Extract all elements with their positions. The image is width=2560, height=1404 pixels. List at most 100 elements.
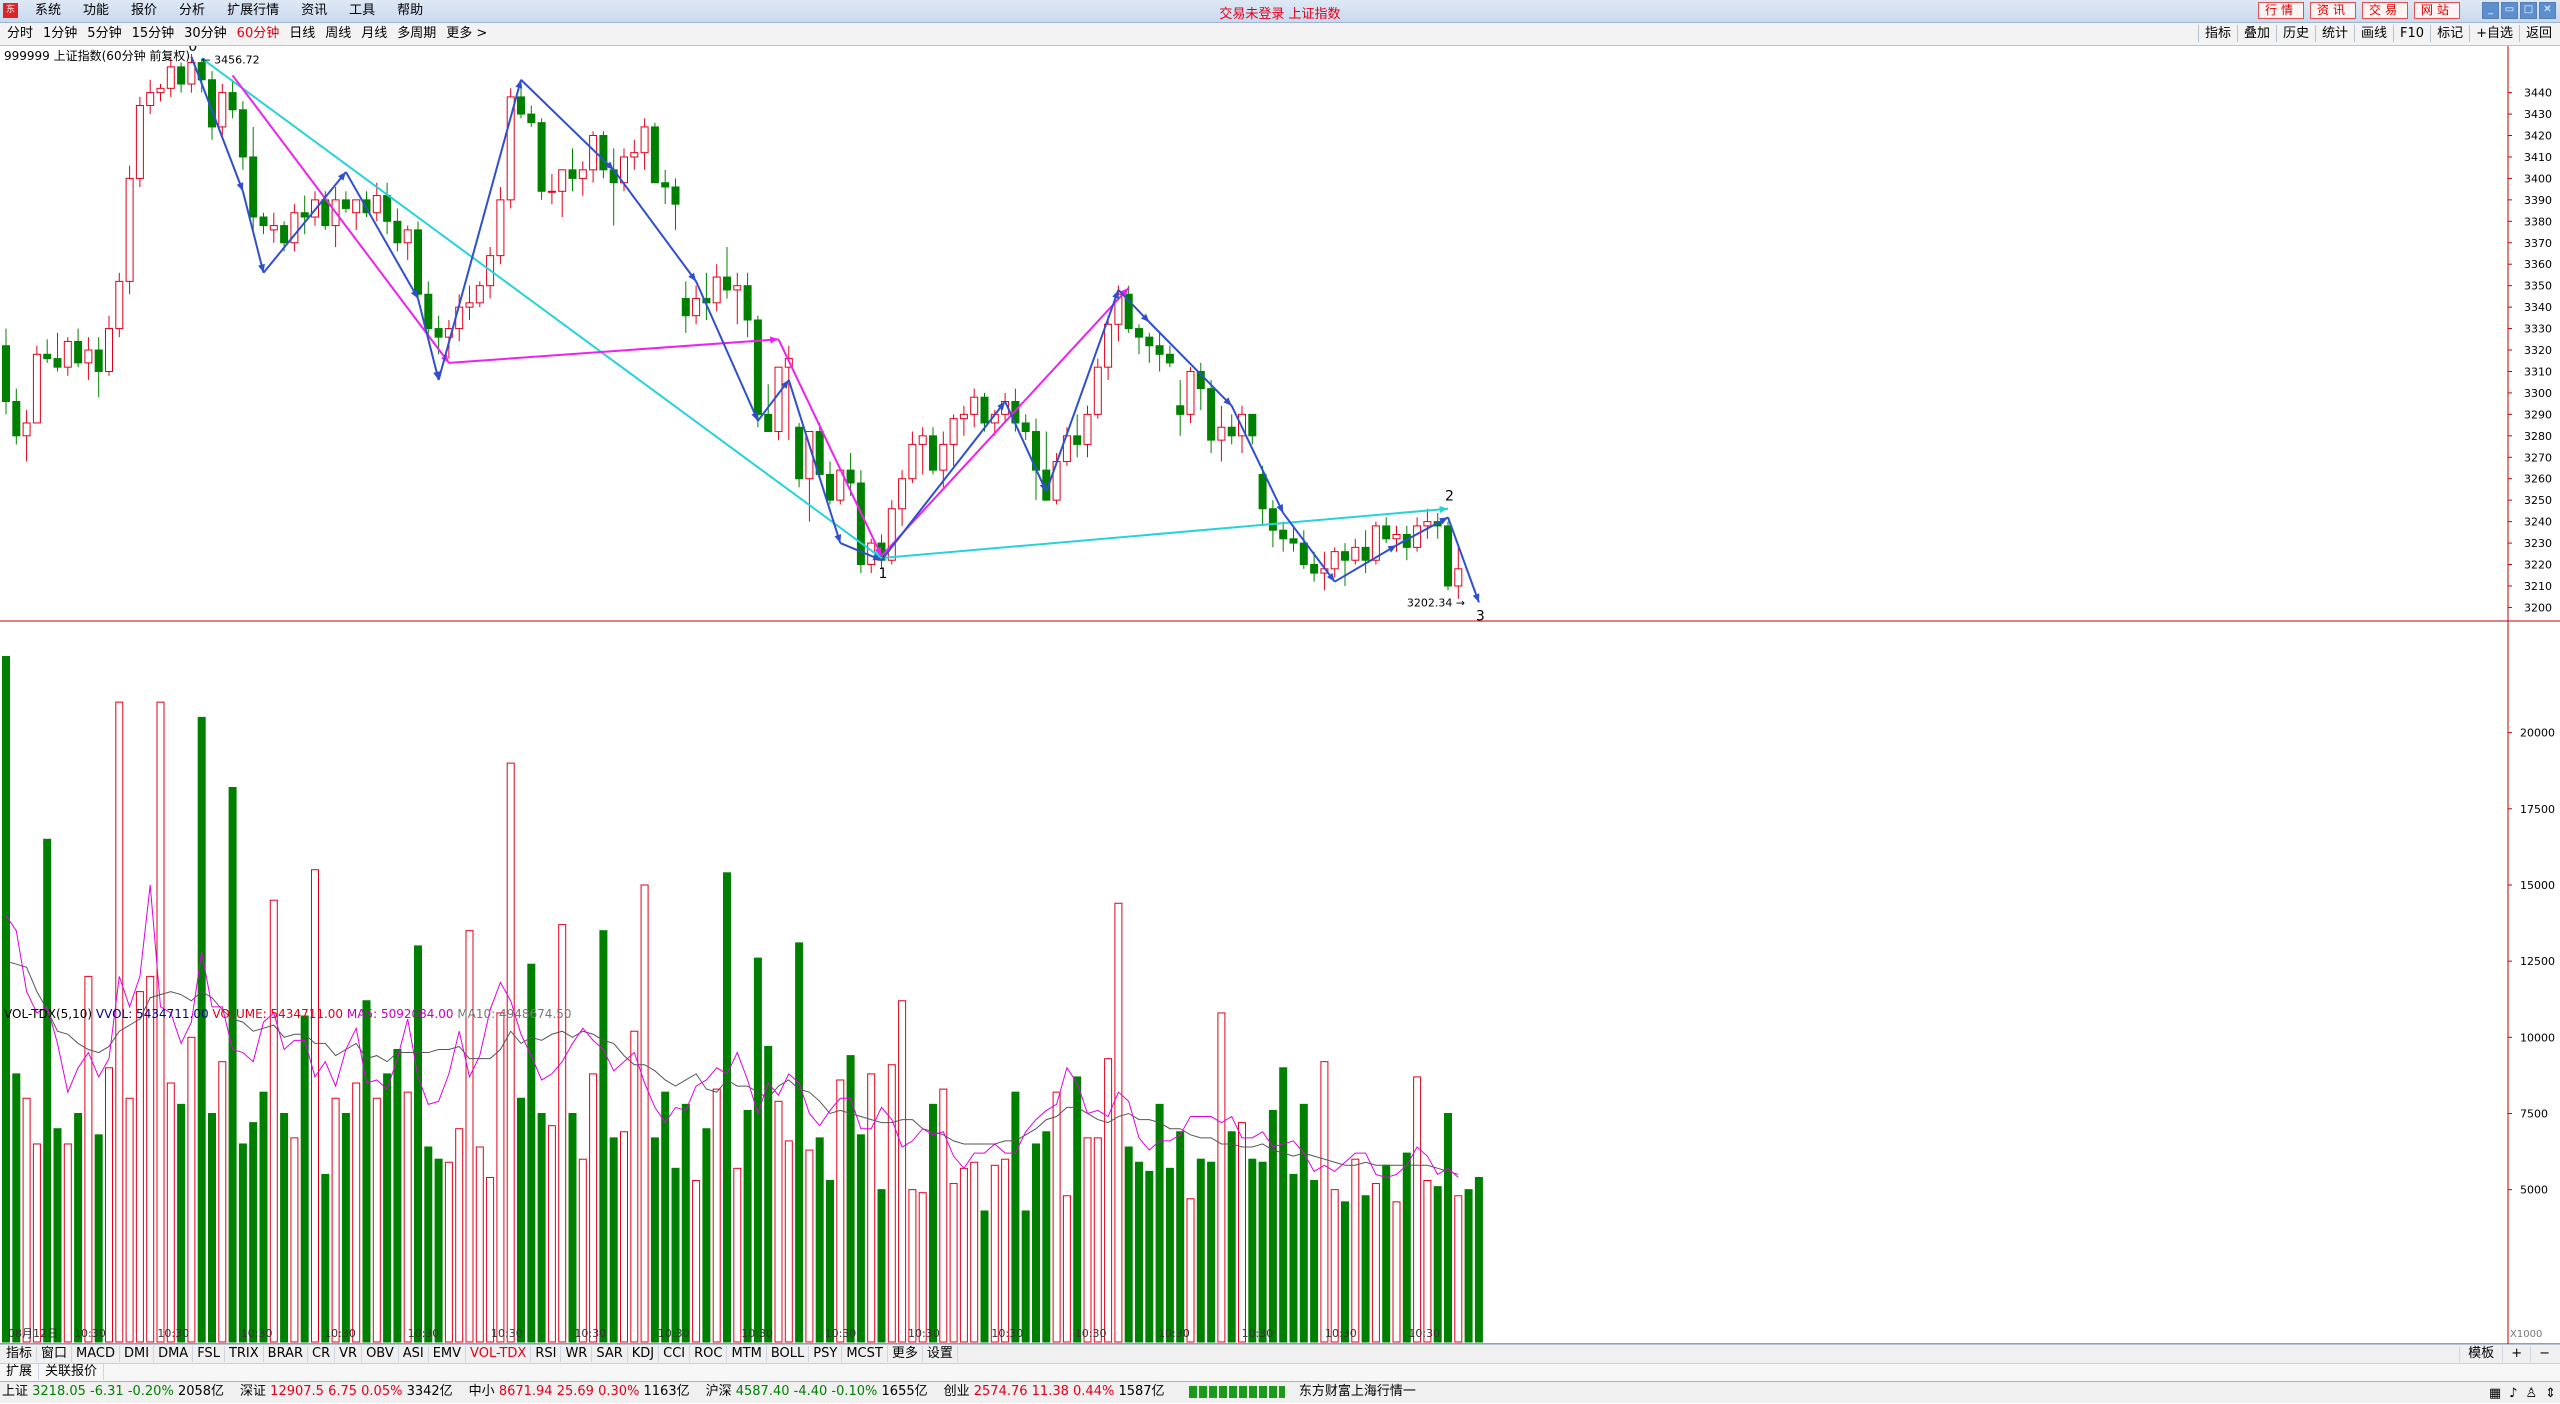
sub-tab-0[interactable]: 扩展 [0, 1364, 40, 1380]
candle-body [774, 366, 783, 433]
minimize-icon[interactable]: _ [2482, 2, 2499, 19]
period-tab-1[interactable]: 1分钟 [38, 26, 82, 42]
news-ticker[interactable]: 东方财富上海行情一 [1299, 1382, 1416, 1402]
index-quote-2[interactable]: 中小 8671.94 25.69 0.30% 1163亿 [469, 1382, 690, 1402]
price-tick-label: 3200 [2524, 601, 2552, 614]
index-quote-1[interactable]: 深证 12907.5 6.75 0.05% 3342亿 [240, 1382, 453, 1402]
top-tab-2[interactable]: 交易 [2361, 2, 2408, 19]
indicator-tab-25[interactable]: 设置 [923, 1346, 958, 1362]
period-tab-4[interactable]: 30分钟 [179, 26, 232, 42]
indicator-tab-6[interactable]: TRIX [225, 1346, 264, 1362]
tool-button-4[interactable]: 画线 [2354, 25, 2393, 42]
person-icon[interactable]: ♙ [2525, 1384, 2537, 1404]
maximize-icon[interactable]: □ [2520, 2, 2537, 19]
indicator-tab-22[interactable]: PSY [809, 1346, 843, 1362]
index-quote-0[interactable]: 上证 3218.05 -6.31 -0.20% 2058亿 [2, 1382, 224, 1402]
menu-item-6[interactable]: 工具 [338, 3, 386, 19]
menu-item-4[interactable]: 扩展行情 [216, 3, 290, 19]
period-tab-6[interactable]: 日线 [284, 26, 320, 42]
grid-icon[interactable]: ▦ [2489, 1384, 2501, 1404]
indicator-right-0[interactable]: 模板 [2459, 1346, 2502, 1362]
volume-bar [1248, 1158, 1257, 1343]
menu-item-3[interactable]: 分析 [168, 3, 216, 19]
period-tab-2[interactable]: 5分钟 [82, 26, 126, 42]
indicator-right-1[interactable]: + [2502, 1346, 2530, 1362]
tool-button-0[interactable]: 指标 [2197, 25, 2237, 42]
indicator-tab-0[interactable]: 指标 [2, 1346, 38, 1362]
wave-label-3: 3 [1476, 608, 1485, 624]
menu-item-0[interactable]: 系统 [24, 3, 72, 19]
top-tab-1[interactable]: 资讯 [2309, 2, 2356, 19]
index-quote-4[interactable]: 创业 2574.76 11.38 0.44% 1587亿 [944, 1382, 1165, 1402]
indicator-tab-18[interactable]: CCI [659, 1346, 691, 1362]
volume-value: VOLUME: 5434711.00 [212, 1007, 344, 1021]
indicator-tab-23[interactable]: MCST [842, 1346, 888, 1362]
volume-bar [238, 1143, 247, 1343]
indicator-tab-15[interactable]: WR [561, 1346, 593, 1362]
menu-item-5[interactable]: 资讯 [290, 3, 338, 19]
candle-body [1361, 546, 1370, 561]
close-icon[interactable]: ✕ [2539, 2, 2556, 19]
tool-button-8[interactable]: 返回 [2518, 25, 2558, 42]
restore-icon[interactable]: ▭ [2501, 2, 2518, 19]
indicator-tab-20[interactable]: MTM [727, 1346, 767, 1362]
menu-item-2[interactable]: 报价 [120, 3, 168, 19]
title-bar: 东 系统 功能 报价 分析 扩展行情 资讯 工具 帮助 交易未登录 上证指数 行情 资讯 交易 网站… [0, 0, 2560, 23]
period-tab-7[interactable]: 周线 [320, 26, 356, 42]
arrow-icon[interactable]: ⇕ [2545, 1384, 2556, 1404]
indicator-tab-11[interactable]: ASI [399, 1346, 429, 1362]
indicator-tab-16[interactable]: SAR [592, 1346, 628, 1362]
indicator-tab-7[interactable]: BRAR [264, 1346, 309, 1362]
menu-item-1[interactable]: 功能 [72, 3, 120, 19]
candle-body [959, 413, 968, 420]
volume-bar [331, 1097, 340, 1343]
indicator-tab-13[interactable]: VOL-TDX [466, 1346, 532, 1362]
indicator-tab-3[interactable]: DMI [120, 1346, 155, 1362]
indicator-tab-21[interactable]: BOLL [767, 1346, 810, 1362]
chart-area[interactable]: 3440 3430 3420 3410 3400 3390 3380 3370 3360 3350… [0, 46, 2560, 1348]
speaker-icon[interactable]: ♪ [2509, 1384, 2517, 1404]
tool-button-2[interactable]: 历史 [2275, 25, 2315, 42]
indicator-tab-24[interactable]: 更多 [888, 1346, 923, 1362]
indicator-right-2[interactable]: − [2530, 1346, 2558, 1362]
menu-item-7[interactable]: 帮助 [386, 3, 434, 19]
tool-button-5[interactable]: F10 [2393, 25, 2430, 42]
indicator-tab-5[interactable]: FSL [193, 1346, 225, 1362]
kline-chart[interactable]: 3440 3430 3420 3410 3400 3390 3380 3370 3360 3350… [0, 46, 2560, 1348]
price-tick-label: 3440 [2524, 87, 2552, 100]
chart-tool-buttons: 指标 叠加 历史 统计 画线 F10 标记 +自选 返回 [2197, 25, 2558, 42]
indicator-tab-8[interactable]: CR [308, 1346, 336, 1362]
candle-body [383, 195, 392, 222]
top-tab-0[interactable]: 行情 [2257, 2, 2304, 19]
indicator-tab-9[interactable]: VR [335, 1346, 363, 1362]
volume-bar [1454, 1195, 1463, 1343]
period-tab-10[interactable]: 更多 > [441, 26, 492, 42]
tool-button-7[interactable]: +自选 [2469, 25, 2519, 42]
volume-bar [959, 1167, 968, 1343]
indicator-tab-12[interactable]: EMV [429, 1346, 467, 1362]
indicator-tab-2[interactable]: MACD [72, 1346, 120, 1362]
top-tab-3[interactable]: 网站 [2413, 2, 2460, 19]
candle-body [970, 396, 979, 415]
time-axis-label: 10:30 [241, 1327, 273, 1340]
indicator-tab-19[interactable]: ROC [690, 1346, 728, 1362]
period-tab-8[interactable]: 月线 [356, 26, 392, 42]
tool-button-1[interactable]: 叠加 [2236, 25, 2276, 42]
volume-bar [496, 1012, 505, 1343]
indicator-tab-4[interactable]: DMA [154, 1346, 194, 1362]
indicator-tab-1[interactable]: 窗口 [37, 1346, 73, 1362]
tool-button-3[interactable]: 统计 [2315, 25, 2354, 42]
tool-button-6[interactable]: 标记 [2430, 25, 2469, 42]
index-quote-3[interactable]: 沪深 4587.40 -4.40 -0.10% 1655亿 [706, 1382, 928, 1402]
volume-bar [887, 1064, 896, 1343]
period-tab-5[interactable]: 60分钟 [232, 26, 285, 42]
sub-tab-1[interactable]: 关联报价 [39, 1364, 105, 1380]
indicator-tab-17[interactable]: KDJ [628, 1346, 660, 1362]
period-tab-0[interactable]: 分时 [2, 26, 38, 42]
indicator-tab-10[interactable]: OBV [362, 1346, 399, 1362]
volume-bar [1011, 1091, 1020, 1343]
candle-body [1258, 473, 1267, 510]
period-tab-3[interactable]: 15分钟 [127, 26, 180, 42]
period-tab-9[interactable]: 多周期 [392, 26, 441, 42]
indicator-tab-14[interactable]: RSI [531, 1346, 562, 1362]
